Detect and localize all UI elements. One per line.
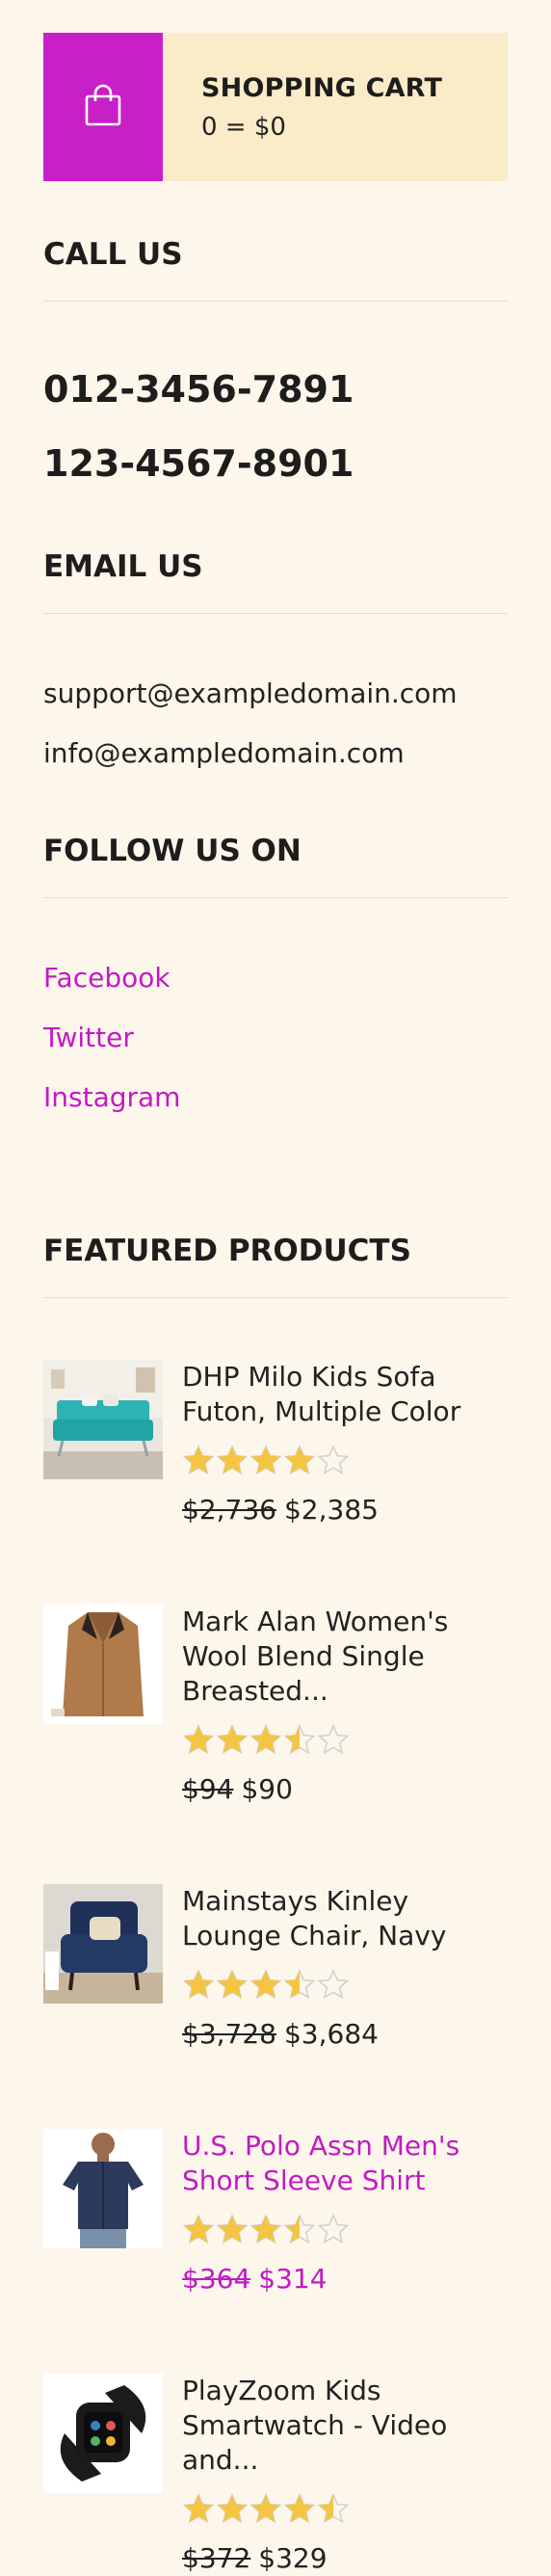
star-full-icon [249,2493,282,2524]
divider [43,301,508,302]
divider [43,613,508,614]
old-price: $364 [182,2263,251,2295]
star-rating [182,1724,508,1755]
sale-price: $2,385 [283,1494,379,1526]
navy-chair-image[interactable] [43,1884,163,2004]
star-half-icon [317,2493,350,2524]
product-item[interactable]: U.S. Polo Assn Men's Short Sleeve Shirt … [43,2129,508,2297]
star-half-icon [283,1724,316,1755]
star-full-icon [249,1969,282,2000]
star-full-icon [182,2493,215,2524]
old-price: $3,728 [182,2018,276,2050]
star-empty-icon [317,1445,350,1475]
product-name[interactable]: Mark Alan Women's Wool Blend Single Brea… [182,1605,508,1709]
star-half-icon [283,2214,316,2244]
product-price: $3,728 $3,684 [182,2017,508,2052]
product-price: $94 $90 [182,1772,508,1807]
star-full-icon [249,2214,282,2244]
star-rating [182,1969,508,2000]
star-full-icon [249,1724,282,1755]
sale-price: $3,684 [283,2018,379,2050]
star-full-icon [216,2214,249,2244]
product-item[interactable]: Mark Alan Women's Wool Blend Single Brea… [43,1605,508,1807]
product-name[interactable]: U.S. Polo Assn Men's Short Sleeve Shirt [182,2129,508,2198]
email-us-section: EMAIL US support@exampledomain.com info@… [43,547,508,772]
call-us-section: CALL US 012-3456-7891 123-4567-8901 [43,235,508,488]
product-price: $364 $314 [182,2262,508,2297]
star-rating [182,2214,508,2244]
shopping-bag-icon [85,84,121,130]
follow-us-section: FOLLOW US ON Facebook Twitter Instagram [43,832,508,1116]
sale-price: $329 [258,2542,328,2574]
product-price: $372 $329 [182,2541,508,2576]
star-full-icon [249,1445,282,1475]
product-name[interactable]: Mainstays Kinley Lounge Chair, Navy [182,1884,508,1953]
navy-shirt-image[interactable] [43,2129,163,2248]
divider [43,897,508,898]
product-item[interactable]: Mainstays Kinley Lounge Chair, Navy $3,7… [43,1884,508,2052]
star-rating [182,1445,508,1475]
star-full-icon [182,2214,215,2244]
sale-price: $314 [258,2263,328,2295]
product-price: $2,736 $2,385 [182,1493,508,1527]
cart-title: SHOPPING CART [201,72,443,103]
teal-futon-image[interactable] [43,1360,163,1479]
product-name[interactable]: DHP Milo Kids Sofa Futon, Multiple Color [182,1360,508,1429]
sale-price: $90 [241,1773,293,1805]
star-empty-icon [317,1724,350,1755]
twitter-link[interactable]: Twitter [43,1020,508,1056]
featured-products-section: FEATURED PRODUCTS DHP Milo Kids Sofa Fut… [43,1232,508,2576]
product-item[interactable]: DHP Milo Kids Sofa Futon, Multiple Color… [43,1360,508,1527]
cart-total: 0 = $0 [201,112,286,142]
brown-coat-image[interactable] [43,1605,163,1724]
star-full-icon [216,1969,249,2000]
email-us-title: EMAIL US [43,549,203,584]
featured-products-title: FEATURED PRODUCTS [43,1234,411,1268]
star-full-icon [283,1445,316,1475]
sidebar: SHOPPING CART 0 = $0 CALL US 012-3456-78… [0,0,551,2576]
black-smartwatch-image[interactable] [43,2374,163,2493]
cart-icon-box[interactable] [43,33,163,181]
star-full-icon [182,1724,215,1755]
star-full-icon [216,2493,249,2524]
star-full-icon [216,1445,249,1475]
star-full-icon [182,1969,215,2000]
product-item[interactable]: PlayZoom Kids Smartwatch - Video and... … [43,2374,508,2576]
star-empty-icon [317,1969,350,2000]
cart-info[interactable]: SHOPPING CART 0 = $0 [163,33,508,181]
star-half-icon [283,1969,316,2000]
email-address[interactable]: support@exampledomain.com [43,676,508,712]
facebook-link[interactable]: Facebook [43,960,508,996]
divider [43,1297,508,1298]
star-full-icon [182,1445,215,1475]
phone-number[interactable]: 123-4567-8901 [43,439,508,488]
star-full-icon [283,2493,316,2524]
product-name[interactable]: PlayZoom Kids Smartwatch - Video and... [182,2374,508,2478]
email-address[interactable]: info@exampledomain.com [43,735,508,772]
old-price: $94 [182,1773,234,1805]
call-us-title: CALL US [43,237,183,272]
star-rating [182,2493,508,2524]
star-empty-icon [317,2214,350,2244]
shopping-cart-widget[interactable]: SHOPPING CART 0 = $0 [43,33,508,181]
instagram-link[interactable]: Instagram [43,1079,508,1116]
follow-us-title: FOLLOW US ON [43,834,302,868]
old-price: $372 [182,2542,251,2574]
old-price: $2,736 [182,1494,276,1526]
phone-number[interactable]: 012-3456-7891 [43,365,508,413]
star-full-icon [216,1724,249,1755]
